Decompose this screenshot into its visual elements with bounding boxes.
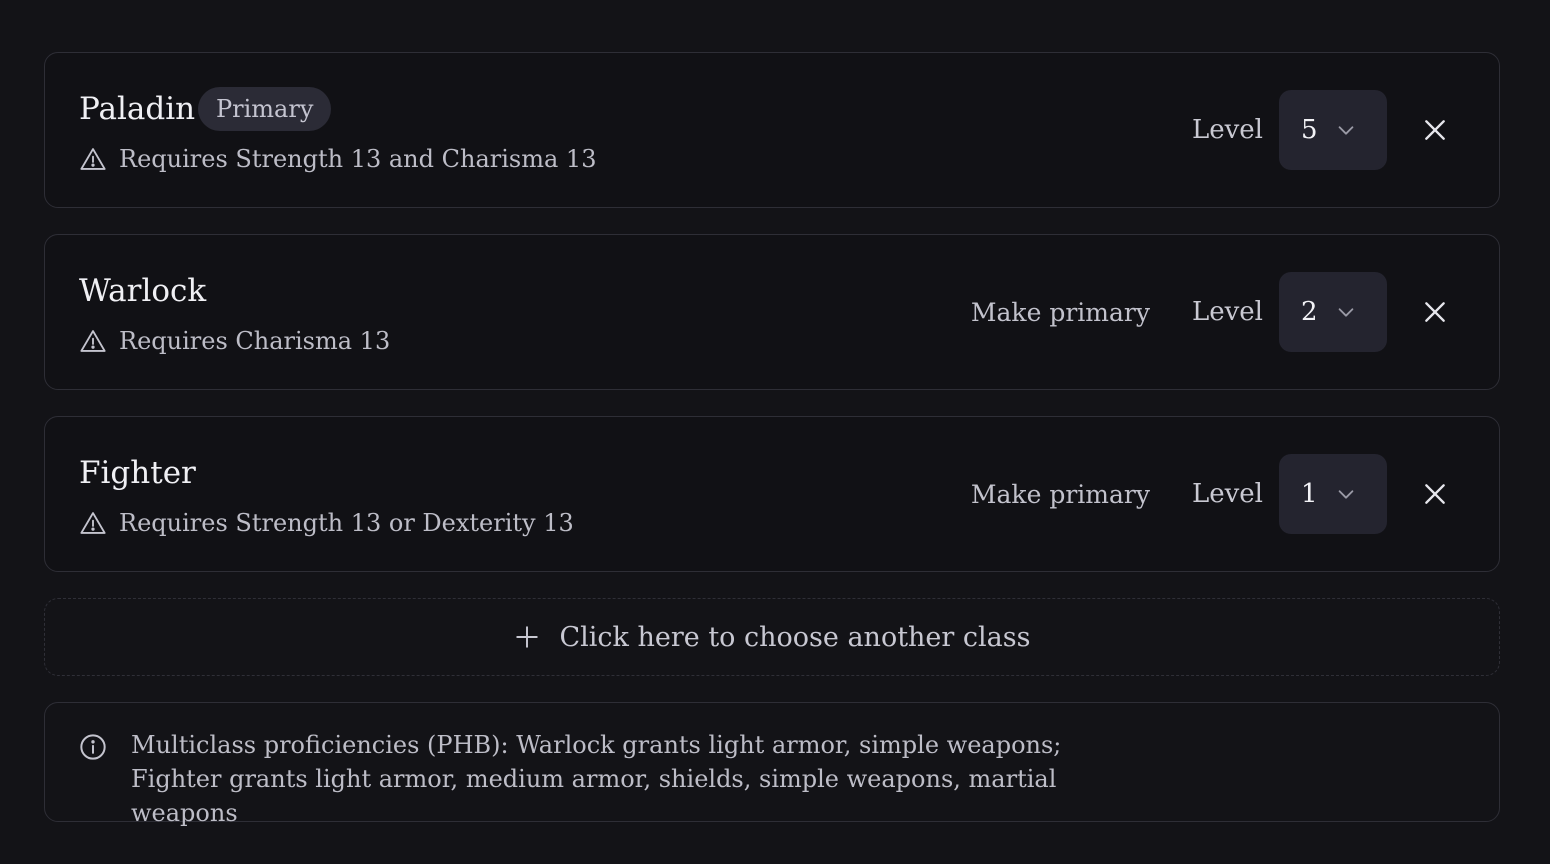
add-class-label: Click here to choose another class (559, 621, 1031, 653)
requirement-text: Requires Strength 13 or Dexterity 13 (119, 509, 574, 537)
multiclass-info-text: Multiclass proficiencies (PHB): Warlock … (131, 731, 1062, 827)
close-icon (1425, 484, 1445, 504)
class-card-fighter: Fighter Requires Strength 13 or Dexterit… (44, 416, 1500, 572)
primary-badge: Primary (198, 87, 332, 131)
requirement-row: Requires Strength 13 and Charisma 13 (79, 141, 596, 177)
class-card-warlock: Warlock Requires Charisma 13 Make primar… (44, 234, 1500, 390)
level-label: Level (1191, 115, 1263, 145)
close-icon (1425, 302, 1445, 322)
make-primary-button[interactable]: Make primary (971, 480, 1150, 509)
warning-triangle-icon (80, 330, 106, 352)
level-value: 1 (1301, 479, 1318, 509)
class-controls: Make primary Level 1 (971, 454, 1449, 534)
level-label: Level (1191, 479, 1263, 509)
close-icon (1425, 120, 1445, 140)
requirement-row: Requires Strength 13 or Dexterity 13 (79, 505, 574, 541)
requirement-text: Requires Charisma 13 (119, 327, 391, 355)
chevron-down-icon (1338, 126, 1354, 135)
multiclass-info-box: Multiclass proficiencies (PHB): Warlock … (44, 702, 1500, 827)
requirement-text: Requires Strength 13 and Charisma 13 (119, 145, 597, 173)
plus-icon (515, 626, 538, 648)
class-name: Warlock (79, 273, 207, 309)
class-name: Paladin (79, 91, 196, 127)
class-card-paladin: Paladin Primary Requires Strength 13 and… (44, 52, 1500, 208)
remove-class-button[interactable] (1421, 480, 1449, 508)
requirement-row: Requires Charisma 13 (79, 323, 390, 359)
level-label: Level (1191, 297, 1263, 327)
chevron-down-icon (1338, 308, 1354, 317)
make-primary-button[interactable]: Make primary (971, 298, 1150, 327)
remove-class-button[interactable] (1421, 298, 1449, 326)
class-name: Fighter (79, 455, 196, 491)
info-circle-icon (80, 734, 106, 760)
level-select[interactable]: 2 (1279, 272, 1387, 352)
warning-triangle-icon (80, 148, 106, 170)
add-class-button[interactable]: Click here to choose another class (44, 598, 1500, 676)
level-value: 5 (1301, 115, 1318, 145)
chevron-down-icon (1338, 490, 1354, 499)
remove-class-button[interactable] (1421, 116, 1449, 144)
level-select[interactable]: 5 (1279, 90, 1387, 170)
class-controls: Level 5 (1192, 90, 1449, 170)
level-select[interactable]: 1 (1279, 454, 1387, 534)
warning-triangle-icon (80, 512, 106, 534)
level-value: 2 (1301, 297, 1318, 327)
class-controls: Make primary Level 2 (971, 272, 1449, 352)
